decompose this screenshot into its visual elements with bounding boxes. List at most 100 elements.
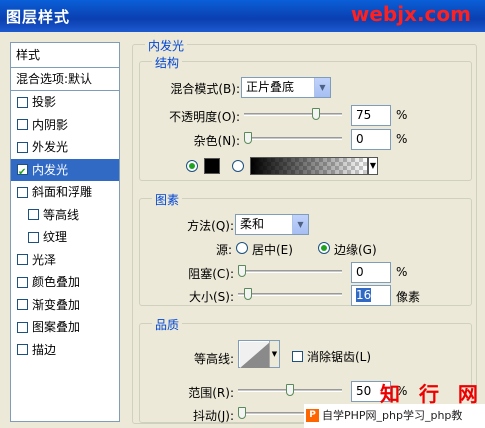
source-center-radio[interactable]	[236, 242, 248, 254]
method-value: 柔和	[240, 217, 265, 231]
chevron-down-icon: ▼	[314, 78, 330, 97]
sidebar-item-7[interactable]: 光泽	[11, 249, 119, 272]
blend-mode-select[interactable]: 正片叠底 ▼	[241, 77, 331, 98]
gradient-radio[interactable]	[232, 160, 244, 172]
opacity-unit: %	[396, 108, 408, 122]
style-checkbox[interactable]	[17, 162, 28, 184]
elements-title: 图素	[152, 191, 183, 208]
sidebar-item-label: 等高线	[43, 207, 80, 222]
jitter-slider-thumb[interactable]	[238, 407, 246, 419]
gradient-picker[interactable]	[250, 157, 368, 175]
noise-input[interactable]: 0	[351, 129, 391, 150]
style-checkbox[interactable]	[17, 299, 28, 311]
quality-title: 品质	[152, 316, 183, 333]
style-checkbox[interactable]	[17, 186, 28, 198]
sidebar-item-label: 内阴影	[32, 117, 69, 132]
style-checkbox[interactable]	[17, 96, 28, 108]
style-checkbox[interactable]	[17, 276, 28, 288]
sidebar-item-label: 纹理	[43, 230, 68, 245]
contour-label: 等高线:	[193, 352, 234, 366]
size-value: 16	[356, 288, 372, 302]
brand-watermark: webjx.com	[350, 2, 471, 26]
gradient-dropdown-icon[interactable]: ▼	[368, 157, 378, 175]
size-input[interactable]: 16	[351, 285, 391, 306]
sidebar-item-1[interactable]: 内阴影	[11, 114, 119, 137]
title-bar: 图层样式 webjx.com	[0, 0, 485, 32]
choke-slider-thumb[interactable]	[238, 265, 246, 277]
choke-slider[interactable]	[238, 270, 342, 273]
style-checkbox[interactable]	[17, 321, 28, 333]
sidebar-item-label: 渐变叠加	[32, 297, 81, 312]
opacity-input[interactable]: 75	[351, 105, 391, 126]
range-slider-thumb[interactable]	[286, 384, 294, 396]
chevron-down-icon: ▼	[292, 215, 308, 234]
structure-title: 结构	[152, 54, 183, 71]
sidebar-item-label: 颜色叠加	[32, 275, 81, 290]
styles-header[interactable]: 样式	[11, 43, 119, 68]
noise-unit: %	[396, 132, 408, 146]
size-slider-thumb[interactable]	[244, 288, 253, 300]
style-checkbox[interactable]	[17, 119, 28, 131]
glow-color-swatch[interactable]	[204, 158, 220, 174]
opacity-slider[interactable]	[244, 113, 342, 116]
jitter-label: 抖动(J):	[193, 409, 234, 423]
source-center-label[interactable]: 居中(E)	[252, 241, 293, 258]
inner-glow-group: 内发光 结构 混合模式(B): 正片叠底 ▼ 不透明度(O): 75 % 杂色(…	[132, 37, 477, 425]
sidebar-item-9[interactable]: 渐变叠加	[11, 294, 119, 317]
noise-label: 杂色(N):	[193, 134, 240, 148]
choke-input[interactable]: 0	[351, 262, 391, 283]
structure-group: 结构 混合模式(B): 正片叠底 ▼ 不透明度(O): 75 % 杂色(N): …	[139, 54, 472, 181]
watermark-text: 自学PHP网_php学习_php教	[322, 409, 463, 422]
antialias-option[interactable]: 消除锯齿(L)	[292, 348, 371, 365]
sidebar-item-10[interactable]: 图案叠加	[11, 316, 119, 339]
contour-picker[interactable]: ▼	[238, 340, 280, 368]
sidebar-item-label: 图案叠加	[32, 320, 81, 335]
choke-label: 阻塞(C):	[188, 267, 234, 281]
style-checkbox[interactable]	[17, 141, 28, 153]
site-watermark-text: 知 行 网	[380, 382, 484, 406]
sidebar-item-label: 光泽	[32, 252, 57, 267]
sidebar-item-0[interactable]: 投影	[11, 91, 119, 114]
size-label: 大小(S):	[188, 290, 234, 304]
sidebar-item-label: 斜面和浮雕	[32, 185, 93, 200]
size-slider[interactable]	[238, 293, 342, 296]
window-title: 图层样式	[6, 8, 71, 26]
sidebar-item-label: 描边	[32, 342, 57, 357]
sidebar-item-label: 内发光	[32, 162, 69, 177]
blend-mode-label: 混合模式(B):	[170, 82, 240, 96]
solid-color-radio[interactable]	[186, 160, 198, 172]
noise-slider[interactable]	[244, 137, 342, 140]
antialias-checkbox[interactable]	[292, 351, 303, 362]
sidebar-item-2[interactable]: 外发光	[11, 136, 119, 159]
site-watermark-banner: P 自学PHP网_php学习_php教	[304, 404, 485, 428]
contour-dropdown-icon: ▼	[269, 341, 279, 367]
sidebar-item-label: 外发光	[32, 140, 69, 155]
size-unit: 像素	[396, 290, 421, 304]
sidebar-item-6[interactable]: 纹理	[11, 226, 119, 249]
styles-sidebar: 样式 混合选项:默认 投影内阴影外发光内发光斜面和浮雕等高线纹理光泽颜色叠加渐变…	[10, 42, 120, 422]
panel-title: 内发光	[145, 37, 188, 54]
antialias-label: 消除锯齿(L)	[307, 350, 372, 364]
sidebar-item-11[interactable]: 描边	[11, 339, 119, 362]
sidebar-item-8[interactable]: 颜色叠加	[11, 271, 119, 294]
sidebar-item-5[interactable]: 等高线	[11, 204, 119, 227]
blending-options-item[interactable]: 混合选项:默认	[11, 68, 119, 91]
blend-mode-value: 正片叠底	[246, 80, 295, 94]
style-checkbox[interactable]	[28, 209, 39, 221]
style-checkbox[interactable]	[28, 231, 39, 243]
sidebar-item-3[interactable]: 内发光	[11, 158, 119, 184]
inner-glow-panel: 内发光 结构 混合模式(B): 正片叠底 ▼ 不透明度(O): 75 % 杂色(…	[132, 37, 485, 428]
opacity-label: 不透明度(O):	[169, 110, 240, 124]
style-checkbox[interactable]	[17, 344, 28, 356]
choke-unit: %	[396, 265, 408, 279]
source-edge-label[interactable]: 边缘(G)	[334, 241, 377, 258]
opacity-slider-thumb[interactable]	[311, 108, 320, 120]
style-checkbox[interactable]	[17, 254, 28, 266]
sidebar-item-label: 投影	[32, 95, 57, 110]
source-label: 源:	[215, 243, 232, 257]
method-select[interactable]: 柔和 ▼	[235, 214, 309, 235]
noise-slider-thumb[interactable]	[244, 132, 252, 144]
range-label: 范围(R):	[188, 386, 234, 400]
source-edge-radio[interactable]	[318, 242, 330, 254]
sidebar-item-4[interactable]: 斜面和浮雕	[11, 181, 119, 204]
